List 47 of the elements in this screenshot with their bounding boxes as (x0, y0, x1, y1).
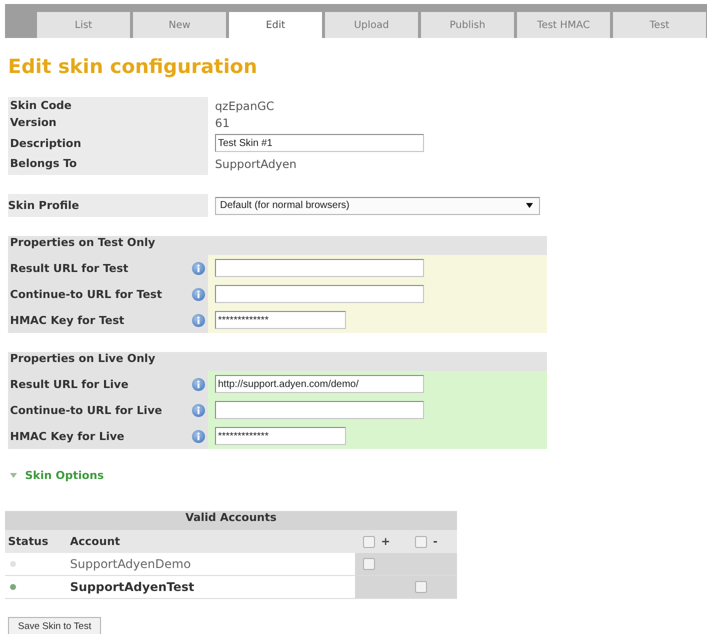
checkbox-label: - (433, 535, 438, 548)
url-field[interactable] (215, 401, 424, 419)
field-label: Result URL for Live (10, 378, 128, 390)
info-icon[interactable] (192, 314, 205, 326)
info-icon[interactable] (192, 430, 205, 442)
save-button[interactable]: Save Skin to Test (8, 617, 102, 634)
field-label: HMAC Key for Live (10, 430, 124, 442)
field-label: Version (10, 116, 57, 129)
checkbox[interactable] (363, 536, 375, 548)
field-label: Continue-to URL for Live (10, 404, 162, 416)
skin-options-toggle[interactable]: Skin Options (25, 468, 104, 482)
account-name: SupportAdyenDemo (70, 557, 191, 571)
description-field[interactable]: Test Skin #1 (215, 134, 424, 152)
checkbox[interactable] (415, 581, 427, 593)
checkbox[interactable] (363, 558, 375, 570)
account-name: SupportAdyenTest (70, 580, 194, 594)
field-label: Description (10, 136, 82, 150)
detail-value: qzEpanGC (215, 98, 274, 112)
column-header: Status (7, 535, 50, 548)
field-label: Skin Code (10, 99, 72, 112)
key-field[interactable]: ************* (215, 427, 346, 445)
field-label: HMAC Key for Test (10, 314, 124, 326)
info-icon[interactable] (192, 262, 205, 274)
info-icon[interactable] (192, 404, 205, 416)
info-icon[interactable] (192, 288, 205, 300)
section-heading: Properties on Test Only (9, 236, 156, 251)
skin-profile-select[interactable]: Default (for normal browsers) (215, 196, 540, 214)
url-field[interactable] (215, 285, 424, 303)
section-heading: Properties on Live Only (9, 352, 156, 367)
info-icon[interactable] (192, 378, 205, 390)
tab[interactable]: Edit (229, 12, 322, 38)
checkbox[interactable] (415, 536, 427, 548)
caret-icon[interactable] (10, 472, 17, 478)
table-title: Valid Accounts (5, 511, 457, 530)
checkbox-label: + (381, 535, 390, 548)
page-title: Edit skin configuration (8, 55, 258, 79)
column-header: Account (69, 535, 122, 548)
caret-icon (526, 203, 533, 208)
field-label: Skin Profile (8, 194, 208, 217)
url-field[interactable] (215, 259, 424, 277)
field-label: Result URL for Test (10, 262, 128, 274)
field-label: Continue-to URL for Test (10, 288, 162, 300)
detail-value: 61 (215, 116, 230, 130)
field-label: Belongs To (10, 157, 77, 170)
url-field[interactable]: http://support.adyen.com/demo/ (215, 375, 424, 393)
key-field[interactable]: ************* (215, 311, 346, 329)
detail-value: SupportAdyen (215, 156, 297, 170)
